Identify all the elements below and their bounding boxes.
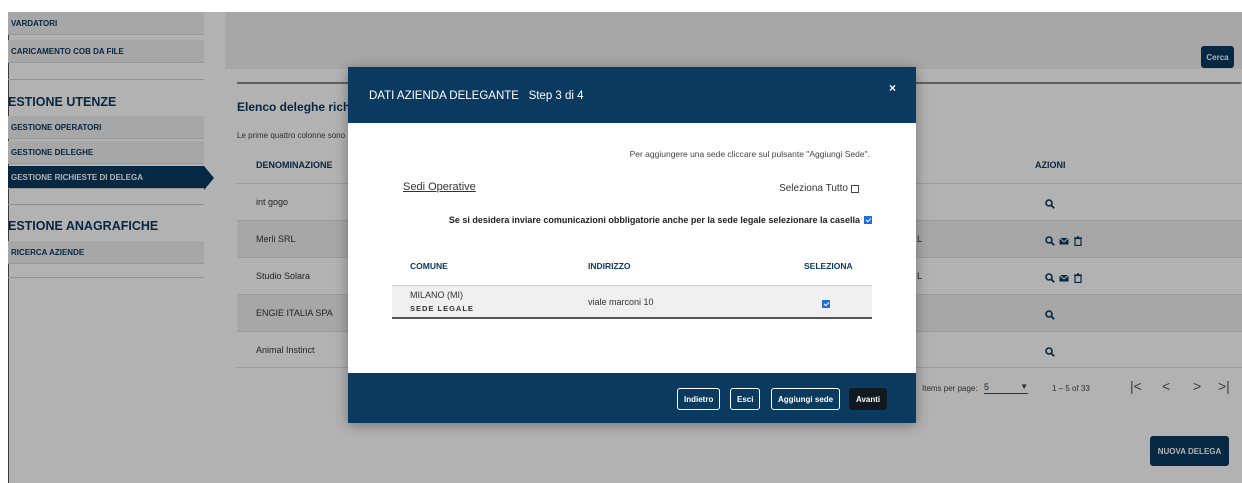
select-all-control[interactable]: Seleziona Tutto xyxy=(779,183,859,194)
back-button[interactable]: Indietro xyxy=(677,388,721,410)
sede-legale-tag: SEDE LEGALE xyxy=(410,304,474,313)
row-indirizzo: viale marconi 10 xyxy=(588,297,654,307)
modal-title: DATI AZIENDA DELEGANTE Step 3 di 4 xyxy=(369,90,584,102)
sedi-operative-label: Sedi Operative xyxy=(403,181,476,193)
sede-legale-checkbox[interactable] xyxy=(864,216,872,224)
next-button[interactable]: Avanti xyxy=(849,388,888,410)
modal-header: DATI AZIENDA DELEGANTE Step 3 di 4 × xyxy=(348,67,916,123)
add-sede-button[interactable]: Aggiungi sede xyxy=(771,388,841,410)
select-all-label: Seleziona Tutto xyxy=(779,183,848,194)
row-select-checkbox[interactable] xyxy=(822,300,830,308)
modal-hint: Per aggiungere una sede cliccare sul pul… xyxy=(629,149,870,159)
select-all-checkbox[interactable] xyxy=(851,184,859,193)
dati-azienda-modal: DATI AZIENDA DELEGANTE Step 3 di 4 × Per… xyxy=(348,67,916,423)
modal-step: Step 3 di 4 xyxy=(528,90,584,102)
table-header-indirizzo: INDIRIZZO xyxy=(588,261,631,271)
row-comune: MILANO (MI) xyxy=(410,290,463,300)
close-icon[interactable]: × xyxy=(889,81,896,95)
exit-button[interactable]: Esci xyxy=(730,388,761,410)
sede-legale-label: Se si desidera inviare comunicazioni obb… xyxy=(448,215,860,225)
table-header-comune: COMUNE xyxy=(410,261,448,271)
modal-title-text: DATI AZIENDA DELEGANTE xyxy=(369,90,519,102)
modal-footer: Indietro Esci Aggiungi sede Avanti xyxy=(348,373,916,423)
sede-legale-control: Se si desidera inviare comunicazioni obb… xyxy=(449,215,872,225)
table-row: MILANO (MI) SEDE LEGALE viale marconi 10 xyxy=(392,285,872,319)
table-header-seleziona: SELEZIONA xyxy=(804,261,853,271)
